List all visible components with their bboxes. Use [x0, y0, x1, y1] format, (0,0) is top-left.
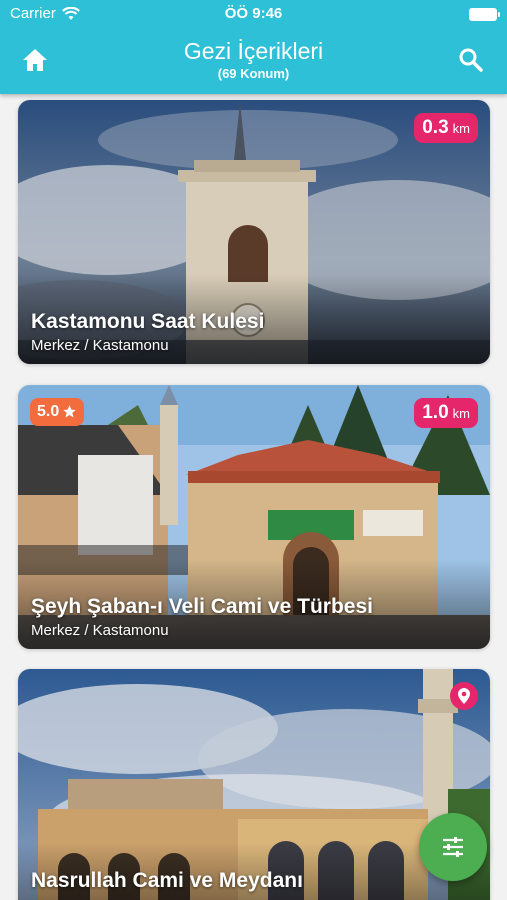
place-title: Kastamonu Saat Kulesi — [31, 310, 265, 333]
star-icon — [63, 405, 76, 418]
location-badge — [450, 682, 478, 710]
status-bar: Carrier ÖÖ 9:46 — [0, 0, 507, 28]
distance-unit: km — [452, 406, 470, 421]
place-card[interactable]: 0.3 km Kastamonu Saat Kulesi Merkez / Ka… — [18, 100, 490, 364]
place-title: Şeyh Şaban-ı Veli Cami ve Türbesi — [31, 595, 373, 618]
distance-badge: 0.3 km — [414, 113, 478, 143]
rating-value: 5.0 — [37, 403, 60, 420]
app-header: Carrier ÖÖ 9:46 Gezi İçerikleri (69 Konu… — [0, 0, 507, 94]
place-card[interactable]: Nasrullah Cami ve Meydanı — [18, 669, 490, 900]
distance-value: 0.3 — [422, 117, 449, 138]
place-location: Merkez / Kastamonu — [31, 622, 169, 639]
distance-unit: km — [452, 121, 470, 136]
sliders-icon — [443, 837, 463, 857]
page-title: Gezi İçerikleri — [183, 38, 324, 64]
rating-badge: 5.0 — [30, 398, 85, 426]
distance-badge: 1.0 km — [414, 398, 478, 428]
location-pin-icon — [458, 688, 470, 704]
distance-value: 1.0 — [422, 402, 449, 423]
location-count: (69 Konum) — [217, 66, 290, 81]
status-time: ÖÖ 9:46 — [224, 5, 283, 22]
search-icon — [459, 48, 483, 72]
place-card[interactable]: 5.0 1.0 km Şeyh Şaban-ı Veli Cami ve Tür… — [18, 385, 490, 649]
place-location: Merkez / Kastamonu — [31, 337, 169, 354]
battery-icon — [469, 8, 500, 21]
search-button[interactable] — [457, 46, 485, 74]
place-title: Nasrullah Cami ve Meydanı — [31, 869, 303, 892]
filter-button[interactable] — [419, 813, 487, 881]
content-list[interactable]: 0.3 km Kastamonu Saat Kulesi Merkez / Ka… — [0, 94, 507, 900]
